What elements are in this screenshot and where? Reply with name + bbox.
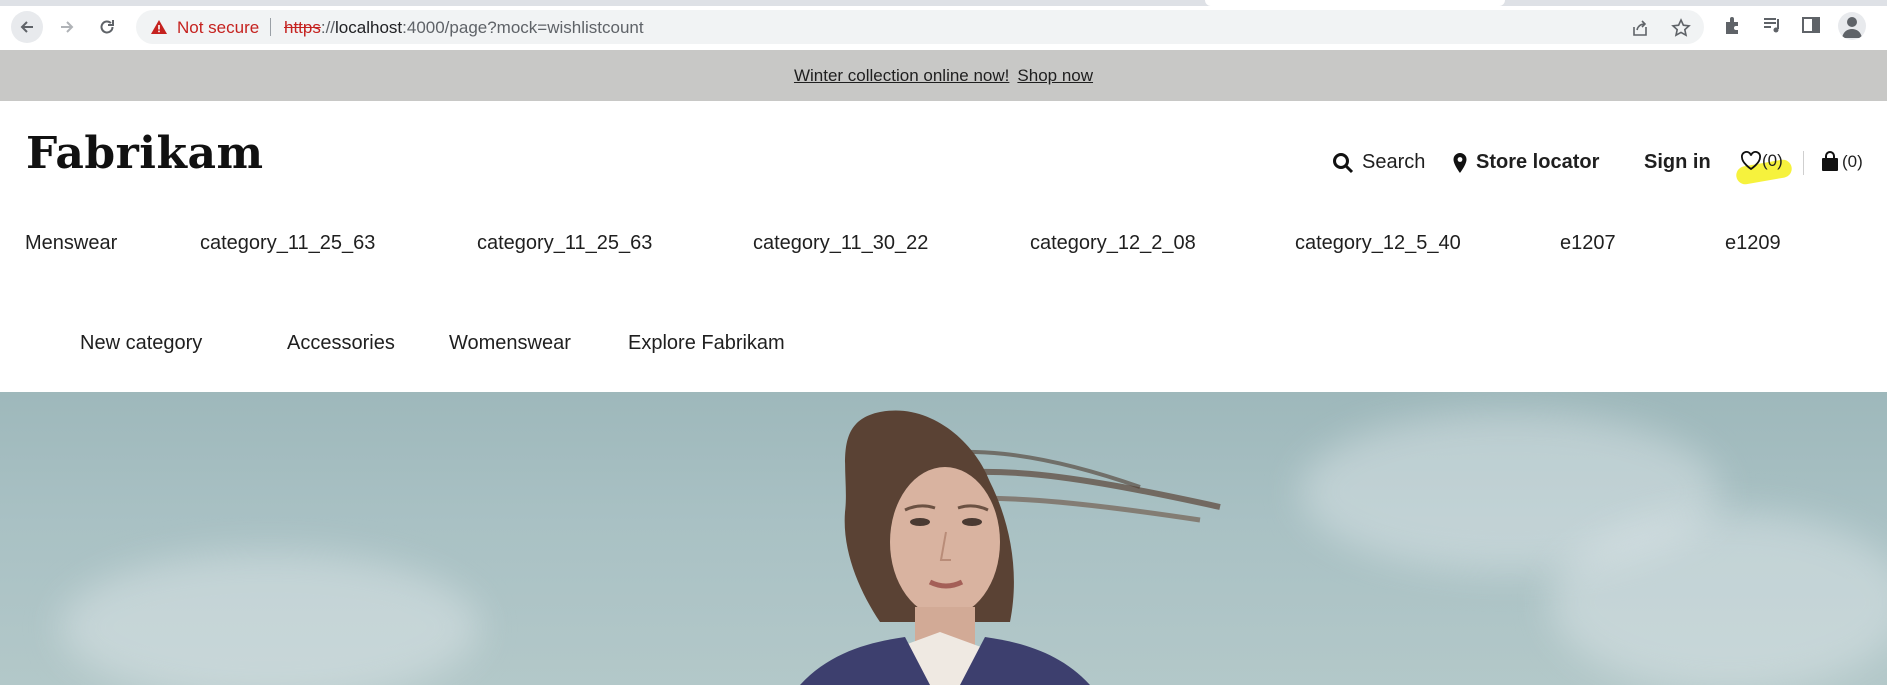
profile-button[interactable] [1838, 12, 1866, 40]
url-host: localhost [335, 18, 403, 37]
nav-category[interactable]: category_12_5_40 [1295, 232, 1461, 255]
header-divider [1803, 151, 1804, 175]
search-label: Search [1362, 151, 1426, 173]
url-separator: :// [320, 18, 336, 37]
nav-category[interactable]: e1209 [1725, 232, 1781, 255]
hero-figure [800, 410, 1221, 685]
cart-button[interactable]: (0) [1820, 151, 1863, 173]
active-tab[interactable] [1205, 0, 1505, 6]
store-locator-link[interactable]: Store locator [1452, 151, 1599, 174]
warning-icon[interactable] [150, 18, 168, 36]
extensions-icon[interactable] [1721, 14, 1743, 36]
nav-category[interactable]: category_11_25_63 [200, 232, 375, 255]
cart-count: (0) [1842, 152, 1863, 171]
nav-womenswear[interactable]: Womenswear [449, 332, 571, 355]
shop-now-link[interactable]: Shop now [1017, 66, 1093, 86]
url-path: :4000/page?mock=wishlistcount [402, 18, 644, 37]
nav-category[interactable]: category_11_30_22 [753, 232, 928, 255]
wishlist-button[interactable]: (0) [1740, 151, 1783, 171]
profile-icon [1842, 17, 1862, 38]
nav-category[interactable]: category_11_25_63 [477, 232, 652, 255]
promo-text-link[interactable]: Winter collection online now! [794, 66, 1009, 86]
search-icon [1333, 152, 1354, 173]
promo-banner: Winter collection online now! Shop now [0, 50, 1887, 101]
shopping-bag-icon [1822, 151, 1838, 171]
site-logo[interactable]: Fabrikam [26, 128, 264, 179]
star-icon[interactable] [1671, 18, 1691, 38]
back-icon [20, 21, 33, 33]
security-label[interactable]: Not secure [177, 18, 259, 38]
forward-button[interactable] [51, 11, 83, 43]
browser-toolbar: Not secure https://localhost:4000/page?m… [0, 0, 1887, 50]
media-icon[interactable] [1761, 14, 1783, 36]
map-pin-icon [1453, 152, 1467, 173]
sign-in-label: Sign in [1644, 151, 1711, 173]
forward-icon [61, 21, 74, 33]
side-panel-icon[interactable] [1800, 14, 1822, 36]
nav-category[interactable]: e1207 [1560, 232, 1616, 255]
reload-icon [100, 20, 114, 34]
sign-in-link[interactable]: Sign in [1644, 151, 1711, 174]
share-icon[interactable] [1630, 18, 1650, 38]
address-bar[interactable]: Not secure https://localhost:4000/page?m… [136, 10, 1704, 44]
nav-category[interactable]: category_12_2_08 [1030, 232, 1196, 255]
omnibox-divider [270, 18, 271, 36]
search-button[interactable]: Search [1332, 151, 1425, 174]
nav-accessories[interactable]: Accessories [287, 332, 395, 355]
back-button[interactable] [11, 11, 43, 43]
heart-icon [1741, 151, 1761, 171]
reload-button[interactable] [91, 11, 123, 43]
nav-new-category[interactable]: New category [80, 332, 202, 355]
tab-strip [0, 0, 1887, 6]
wishlist-count: (0) [1762, 151, 1783, 170]
hero-image[interactable] [0, 392, 1887, 685]
nav-menswear[interactable]: Menswear [25, 232, 117, 255]
url-scheme: https [284, 18, 321, 37]
store-locator-label: Store locator [1476, 151, 1600, 173]
nav-explore-fabrikam[interactable]: Explore Fabrikam [628, 332, 785, 355]
url-text[interactable]: https://localhost:4000/page?mock=wishlis… [284, 18, 644, 38]
